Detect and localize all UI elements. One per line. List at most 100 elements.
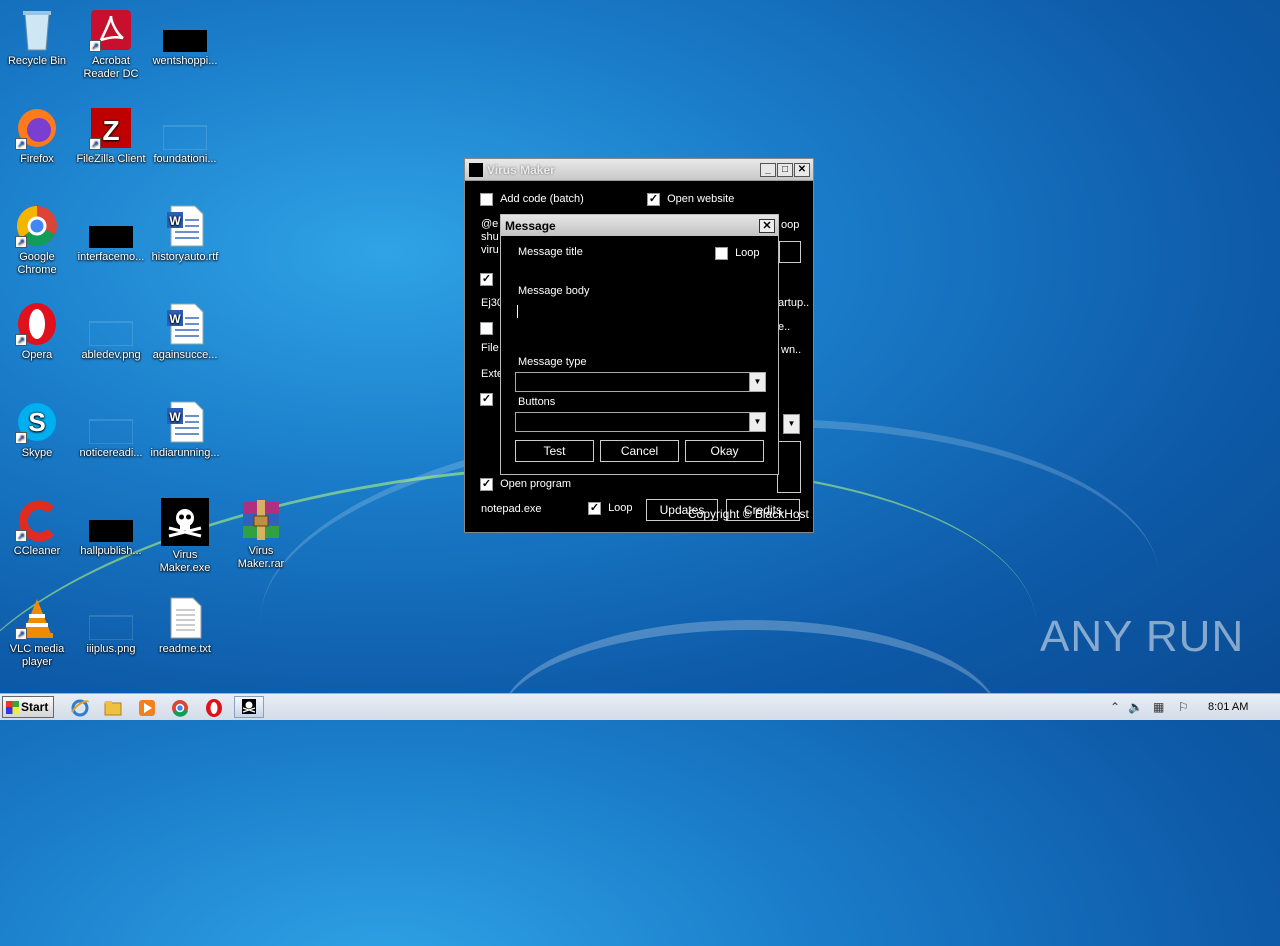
file-explorer-icon[interactable] [103, 698, 123, 718]
loop-checkbox[interactable]: ✓ [588, 502, 601, 515]
desktop-icon-label: Opera [21, 349, 53, 361]
desktop-icon-label: Firefox [20, 153, 54, 165]
opera-icon[interactable] [204, 698, 224, 718]
buttons-select[interactable]: ▼ [515, 412, 766, 432]
svg-text:W: W [169, 214, 181, 228]
show-hidden-icons-icon[interactable]: ⌃ [1110, 700, 1120, 714]
desktop-icon-vlc[interactable]: ↗ VLC media player [0, 596, 74, 669]
desktop-icon-label: indiarunning... [150, 447, 220, 459]
desktop-icon-ccleaner[interactable]: ↗ CCleaner [0, 498, 74, 558]
loop-checkbox[interactable] [715, 247, 728, 260]
message-type-select[interactable]: ▼ [515, 372, 766, 392]
media-player-icon[interactable] [137, 698, 157, 718]
desktop-icon-label: againsucce... [152, 349, 218, 361]
close-icon[interactable]: ✕ [759, 218, 775, 233]
option-checkbox[interactable] [480, 322, 493, 335]
desktop-icon-label: hallpublish... [80, 545, 142, 557]
anyrun-watermark: ANY RUN [1040, 612, 1245, 661]
desktop-icon-recycle-bin[interactable]: Recycle Bin [0, 8, 74, 68]
dialog-titlebar[interactable]: Message ✕ [501, 215, 778, 236]
windows-logo-icon [6, 701, 19, 714]
desktop-icon-file[interactable]: noticereadi... [74, 400, 148, 460]
desktop-icon-label: iiiplus.png [86, 643, 136, 655]
dropdown-arrow-icon[interactable]: ▼ [783, 414, 800, 434]
network-icon[interactable]: ▦ [1153, 700, 1164, 714]
close-button[interactable]: ✕ [794, 162, 810, 177]
open-website-checkbox[interactable]: ✓ [647, 193, 660, 206]
maximize-button[interactable]: □ [777, 162, 793, 177]
pirate-skull-icon [161, 498, 209, 546]
desktop-icon-label: historyauto.rtf [151, 251, 219, 263]
desktop-icon-word-doc[interactable]: W againsucce... [148, 302, 222, 362]
action-center-flag-icon[interactable]: ⚐ [1178, 700, 1189, 714]
message-type-label: Message type [518, 356, 587, 368]
volume-icon[interactable]: 🔈 [1128, 700, 1143, 714]
test-button[interactable]: Test [515, 440, 594, 462]
window-title: Virus Maker [487, 162, 555, 177]
desktop-icon-chrome[interactable]: ↗ Google Chrome [0, 204, 74, 277]
winrar-icon [239, 498, 283, 542]
desktop-icon-file[interactable]: interfacemo... [74, 204, 148, 264]
desktop-icon-label: Google Chrome [17, 251, 57, 276]
word-doc-icon: W [163, 400, 207, 444]
code-text: @e [481, 218, 499, 230]
desktop-icon-word-doc[interactable]: W historyauto.rtf [148, 204, 222, 264]
option-checkbox[interactable]: ✓ [480, 393, 493, 406]
buttons-label: Buttons [518, 396, 556, 408]
vlc-icon: ↗ [15, 596, 59, 640]
black-file-icon [163, 8, 207, 52]
blank-file-icon [162, 106, 208, 151]
desktop-icon-virus-maker-rar[interactable]: Virus Maker.rar [224, 498, 298, 571]
message-dialog: Message ✕ Message title Loop Message bod… [500, 214, 779, 475]
desktop-icon-file[interactable]: hallpublish... [74, 498, 148, 558]
dialog-title: Message [505, 218, 556, 233]
desktop-icon-firefox[interactable]: ↗ Firefox [0, 106, 74, 166]
desktop-icon-file[interactable]: iiiplus.png [74, 596, 148, 656]
loop-label: Loop [735, 247, 760, 260]
message-body-label: Message body [518, 285, 590, 297]
message-title-label: Message title [518, 246, 583, 258]
copyright-text: Copyright © BlackHost [688, 507, 809, 521]
black-file-icon [89, 498, 133, 542]
desktop-icon-label: Skype [21, 447, 53, 459]
desktop-icon-label: abledev.png [81, 349, 141, 361]
word-doc-icon: W [163, 204, 207, 248]
start-button[interactable]: Start [2, 696, 54, 718]
startup-text: artup.. [778, 297, 810, 309]
add-code-checkbox[interactable] [480, 193, 493, 206]
desktop-icon-filezilla[interactable]: Z ↗ FileZilla Client [74, 106, 148, 166]
clock[interactable]: 8:01 AM [1208, 701, 1248, 713]
loop-label: Loop [608, 502, 633, 515]
window-titlebar[interactable]: Virus Maker _ □ ✕ [465, 159, 813, 181]
blank-file-icon [88, 302, 134, 347]
wallpaper-swoosh [500, 620, 1000, 820]
add-code-label: Add code (batch) [500, 193, 584, 206]
minimize-button[interactable]: _ [760, 162, 776, 177]
svg-text:W: W [169, 312, 181, 326]
desktop-icon-label: FileZilla Client [76, 153, 146, 165]
desktop-icon-readme[interactable]: readme.txt [148, 596, 222, 656]
desktop-icon-opera[interactable]: ↗ Opera [0, 302, 74, 362]
desktop-icon-skype[interactable]: S ↗ Skype [0, 400, 74, 460]
recycle-bin-icon [15, 8, 59, 52]
desktop-icon-acrobat[interactable]: ↗ Acrobat Reader DC [74, 8, 148, 81]
desktop-icon-file[interactable]: foundationi... [148, 106, 222, 166]
svg-text:S: S [28, 407, 45, 437]
desktop-icon-file[interactable]: abledev.png [74, 302, 148, 362]
blank-file-icon [88, 400, 134, 445]
chrome-icon[interactable] [170, 698, 190, 718]
desktop-icon-file[interactable]: wentshoppi... [148, 8, 222, 68]
desktop-icon-virus-maker-exe[interactable]: Virus Maker.exe [148, 498, 222, 575]
virus-maker-taskbar-button[interactable] [234, 696, 264, 718]
desktop-icon-label: interfacemo... [77, 251, 145, 263]
website-input[interactable] [779, 241, 801, 263]
internet-explorer-icon[interactable] [70, 698, 90, 718]
text-area[interactable] [777, 441, 801, 493]
option-checkbox[interactable]: ✓ [480, 273, 493, 286]
open-program-checkbox[interactable]: ✓ [480, 478, 493, 491]
desktop-icon-word-doc[interactable]: W indiarunning... [148, 400, 222, 460]
skype-icon: S ↗ [15, 400, 59, 444]
okay-button[interactable]: Okay [685, 440, 764, 462]
cancel-button[interactable]: Cancel [600, 440, 679, 462]
message-body-input[interactable] [517, 303, 772, 363]
